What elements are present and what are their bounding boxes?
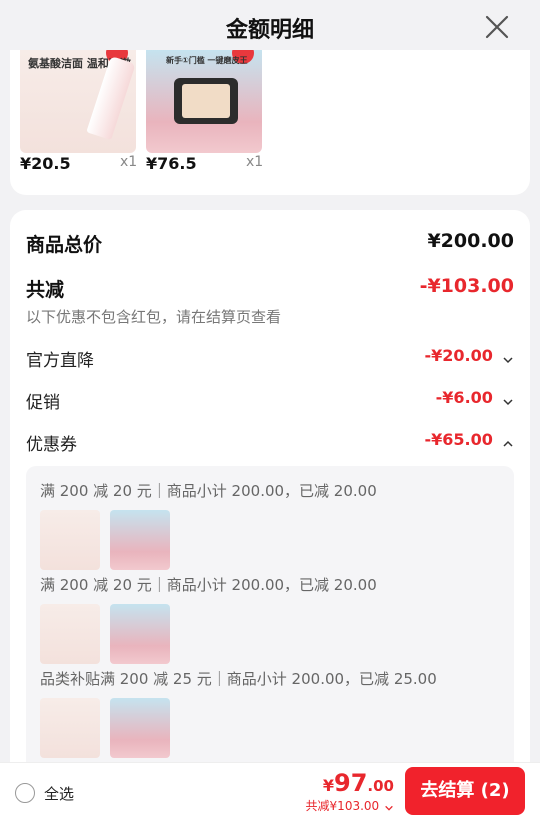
product-thumbnail xyxy=(40,698,100,758)
product-thumbnail: 新手①门槛 一键磨皮王 xyxy=(146,50,262,153)
total-amount: ¥97.00 共减¥103.00 xyxy=(306,769,394,814)
discount-value: -¥6.00 xyxy=(435,388,493,407)
product-price: ¥20.5 xyxy=(20,154,71,173)
summary-card: 商品总价 ¥200.00 共减 -¥103.00 以下优惠不包含红包，请在结算页… xyxy=(10,210,530,770)
product-thumbnail xyxy=(110,604,170,664)
product-price: ¥76.5 xyxy=(146,154,197,173)
amount-integer: 97 xyxy=(334,769,368,797)
currency-symbol: ¥ xyxy=(322,776,335,795)
discount-value: -¥20.00 xyxy=(424,346,493,365)
product-qty: x1 xyxy=(120,154,138,170)
checkout-button[interactable]: 去结算 (2) xyxy=(405,767,525,815)
chevron-down-icon[interactable] xyxy=(502,393,514,405)
product-item[interactable]: 氨基酸洁面 温和净澈 ¥20.5 x1 xyxy=(20,50,137,173)
product-thumbnail: 氨基酸洁面 温和净澈 xyxy=(20,50,136,153)
select-all-radio[interactable] xyxy=(15,783,35,803)
discount-label: 促销 xyxy=(26,393,60,413)
chevron-down-icon[interactable] xyxy=(384,802,394,812)
discount-label: 优惠券 xyxy=(26,435,77,455)
select-all-label[interactable]: 全选 xyxy=(44,783,74,804)
coupon-line: 满 200 减 20 元｜商品小计 200.00，已减 20.00 xyxy=(40,576,377,594)
total-value: ¥200.00 xyxy=(427,230,514,252)
coupon-line: 满 200 减 20 元｜商品小计 200.00，已减 20.00 xyxy=(40,482,377,500)
total-label: 商品总价 xyxy=(26,234,103,256)
checkout-bar: 全选 ¥97.00 共减¥103.00 去结算 (2) xyxy=(0,762,540,818)
chevron-down-icon[interactable] xyxy=(502,351,514,363)
reduce-value: -¥103.00 xyxy=(419,275,514,297)
product-item[interactable]: 新手①门槛 一键磨皮王 ¥76.5 x1 xyxy=(146,50,263,173)
product-thumbnail xyxy=(110,510,170,570)
close-button[interactable] xyxy=(484,14,510,40)
header: 金额明细 xyxy=(0,0,540,56)
product-thumbnail xyxy=(110,698,170,758)
coupon-line: 品类补贴满 200 减 25 元｜商品小计 200.00，已减 25.00 xyxy=(40,670,437,688)
close-icon xyxy=(485,15,509,39)
discount-value: -¥65.00 xyxy=(424,430,493,449)
amount-decimal: .00 xyxy=(367,777,394,795)
saved-amount[interactable]: 共减¥103.00 xyxy=(306,797,394,814)
product-thumbnail xyxy=(40,510,100,570)
compact-image xyxy=(174,78,238,124)
discount-label: 官方直降 xyxy=(26,351,94,371)
reduce-label: 共减 xyxy=(26,279,65,301)
chevron-up-icon[interactable] xyxy=(502,435,514,447)
page-title: 金额明细 xyxy=(225,18,314,43)
product-thumbnail xyxy=(40,604,100,664)
thumbnail-text: 新手①门槛 一键磨皮王 xyxy=(166,56,248,65)
products-card: 氨基酸洁面 温和净澈 ¥20.5 x1 新手①门槛 一键磨皮王 ¥76.5 x1 xyxy=(10,50,530,195)
reduce-note: 以下优惠不包含红包，请在结算页查看 xyxy=(26,308,282,326)
product-qty: x1 xyxy=(246,154,264,170)
coupon-detail-box: 满 200 减 20 元｜商品小计 200.00，已减 20.00 满 200 … xyxy=(26,466,514,770)
